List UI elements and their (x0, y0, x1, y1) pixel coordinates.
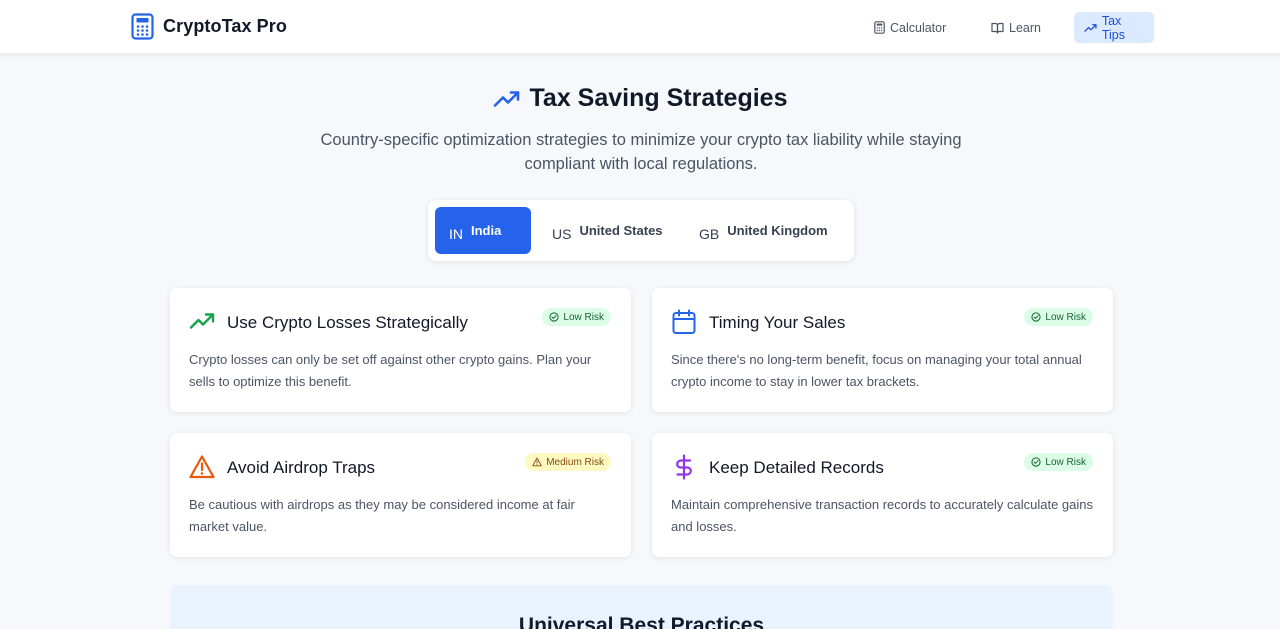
strategy-title: Avoid Airdrop Traps (227, 458, 376, 477)
country-code: GB (699, 225, 720, 242)
risk-label: Low Risk (1045, 311, 1086, 323)
strategy-card: Use Crypto Losses Strategically Low Risk… (170, 288, 631, 412)
nav-learn-label: Learn (1009, 20, 1041, 35)
risk-label: Low Risk (1045, 456, 1086, 468)
risk-badge: Low Risk (1024, 453, 1093, 471)
country-label: United Kingdom (727, 223, 828, 238)
check-circle-icon (549, 312, 560, 322)
strategy-description: Since there's no long-term benefit, focu… (671, 352, 1082, 389)
strategy-description: Be cautious with airdrops as they may be… (189, 497, 575, 534)
page-subtitle: Country-specific optimization strategies… (320, 131, 962, 173)
country-label: United States (579, 223, 663, 238)
strategy-title: Use Crypto Losses Strategically (227, 313, 468, 332)
country-tabs: IN India US United States GB United King… (428, 200, 854, 261)
dollar-icon (676, 454, 692, 480)
trending-up-icon (493, 90, 519, 107)
navbar: CryptoTax Pro Calculator Learn Tax Tips (0, 0, 1280, 54)
calendar-icon (672, 309, 696, 334)
nav-tax-tips-label: Tax Tips (1101, 13, 1126, 42)
country-code: IN (449, 225, 463, 242)
check-circle-icon (1031, 312, 1042, 322)
check-circle-icon (1031, 457, 1042, 467)
tab-india[interactable]: IN India (435, 207, 531, 254)
strategy-card: Timing Your Sales Low Risk Since there's… (652, 288, 1113, 412)
risk-badge: Low Risk (1024, 308, 1093, 326)
warning-triangle-icon (532, 457, 542, 467)
risk-badge: Low Risk (542, 308, 611, 326)
page-title: Tax Saving Strategies (0, 84, 1280, 113)
risk-label: Low Risk (563, 311, 604, 323)
page-title-text: Tax Saving Strategies (529, 84, 788, 112)
country-code: US (552, 225, 572, 242)
tab-united-states[interactable]: US United States (538, 207, 677, 254)
best-practices-section: Universal Best Practices (170, 585, 1113, 629)
calculator-icon (131, 13, 154, 40)
strategy-card: Avoid Airdrop Traps Medium Risk Be cauti… (170, 433, 631, 557)
brand-logo[interactable]: CryptoTax Pro (131, 13, 287, 40)
nav-learn[interactable]: Learn (981, 12, 1051, 43)
strategy-title: Keep Detailed Records (709, 458, 884, 477)
risk-label: Medium Risk (546, 456, 604, 468)
strategy-title: Timing Your Sales (709, 313, 846, 332)
warning-triangle-icon (189, 455, 215, 479)
strategy-card: Keep Detailed Records Low Risk Maintain … (652, 433, 1113, 557)
nav-tax-tips[interactable]: Tax Tips (1074, 12, 1154, 43)
nav-calculator[interactable]: Calculator (864, 12, 956, 43)
trending-up-icon (189, 313, 215, 329)
nav-calculator-label: Calculator (890, 20, 947, 35)
strategy-description: Crypto losses can only be set off agains… (189, 352, 592, 389)
country-label: India (471, 223, 502, 238)
book-icon (991, 22, 1004, 34)
trending-up-icon (1084, 23, 1097, 32)
brand-name: CryptoTax Pro (163, 16, 287, 36)
risk-badge: Medium Risk (525, 453, 611, 471)
best-practices-title: Universal Best Practices (518, 614, 765, 629)
calculator-icon (874, 21, 885, 34)
tab-united-kingdom[interactable]: GB United Kingdom (685, 207, 842, 254)
strategy-description: Maintain comprehensive transaction recor… (671, 497, 1093, 534)
